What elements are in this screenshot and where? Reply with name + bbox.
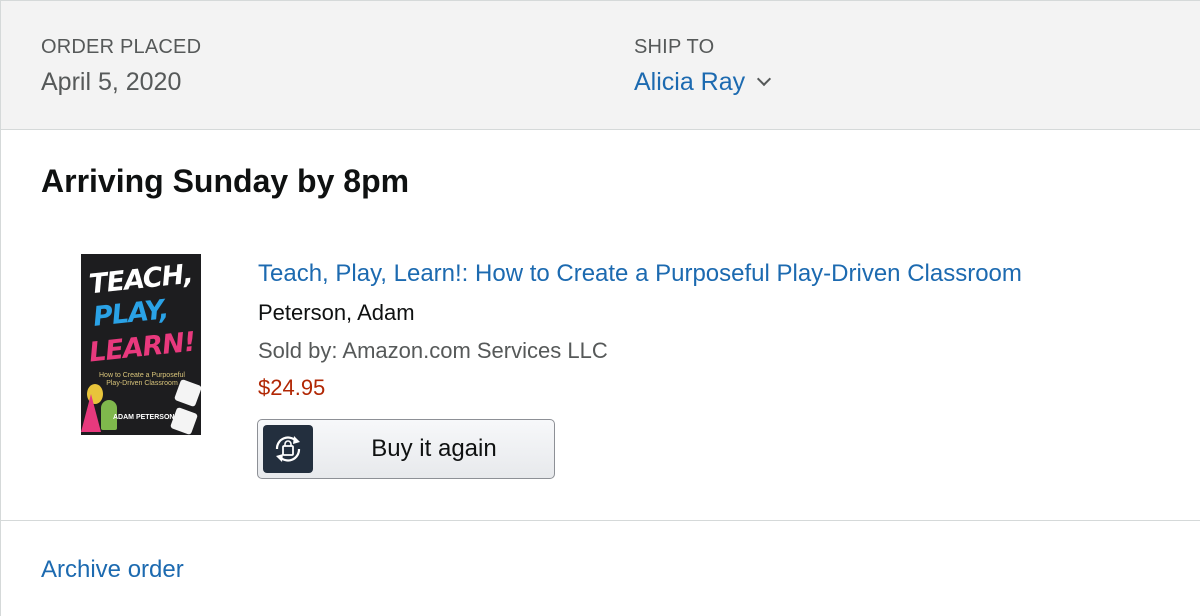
- game-piece-graphic: [81, 394, 101, 432]
- delivery-status: Arriving Sunday by 8pm: [41, 163, 410, 199]
- product-price: $24.95: [258, 375, 326, 400]
- seller-info: Sold by: Amazon.com Services LLC: [258, 338, 608, 363]
- ship-to-name: Alicia Ray: [634, 68, 746, 96]
- product-title-link[interactable]: Teach, Play, Learn!: How to Create a Pur…: [258, 259, 1022, 289]
- cover-title-line2: PLAY,: [91, 294, 170, 333]
- rebuy-bag-icon: [263, 425, 313, 473]
- product-author: Peterson, Adam: [258, 300, 415, 325]
- cover-subtitle: How to Create a Purposeful Play-Driven C…: [99, 372, 185, 387]
- chevron-down-icon: [757, 71, 772, 87]
- buy-it-again-label: Buy it again: [371, 435, 497, 462]
- order-placed-section: ORDER PLACED April 5, 2020: [41, 35, 201, 97]
- ship-to-section: SHIP TO Alicia Ray: [634, 35, 772, 97]
- order-date: April 5, 2020: [41, 68, 182, 96]
- archive-order-link[interactable]: Archive order: [41, 555, 184, 585]
- product-image[interactable]: TEACH, PLAY, LEARN! How to Create a Purp…: [81, 254, 201, 435]
- ship-to-label: SHIP TO: [634, 36, 715, 58]
- cover-title-line3: LEARN!: [87, 326, 197, 369]
- order-card: ORDER PLACED April 5, 2020 SHIP TO Alici…: [0, 0, 1200, 616]
- section-divider: [1, 520, 1200, 521]
- order-header: ORDER PLACED April 5, 2020 SHIP TO Alici…: [1, 1, 1200, 130]
- ship-to-recipient-dropdown[interactable]: Alicia Ray: [634, 67, 772, 97]
- cover-title-line1: TEACH,: [87, 258, 194, 301]
- order-placed-label: ORDER PLACED: [41, 36, 202, 58]
- buy-it-again-button[interactable]: Buy it again: [257, 419, 555, 479]
- cover-author: ADAM PETERSON: [113, 414, 175, 421]
